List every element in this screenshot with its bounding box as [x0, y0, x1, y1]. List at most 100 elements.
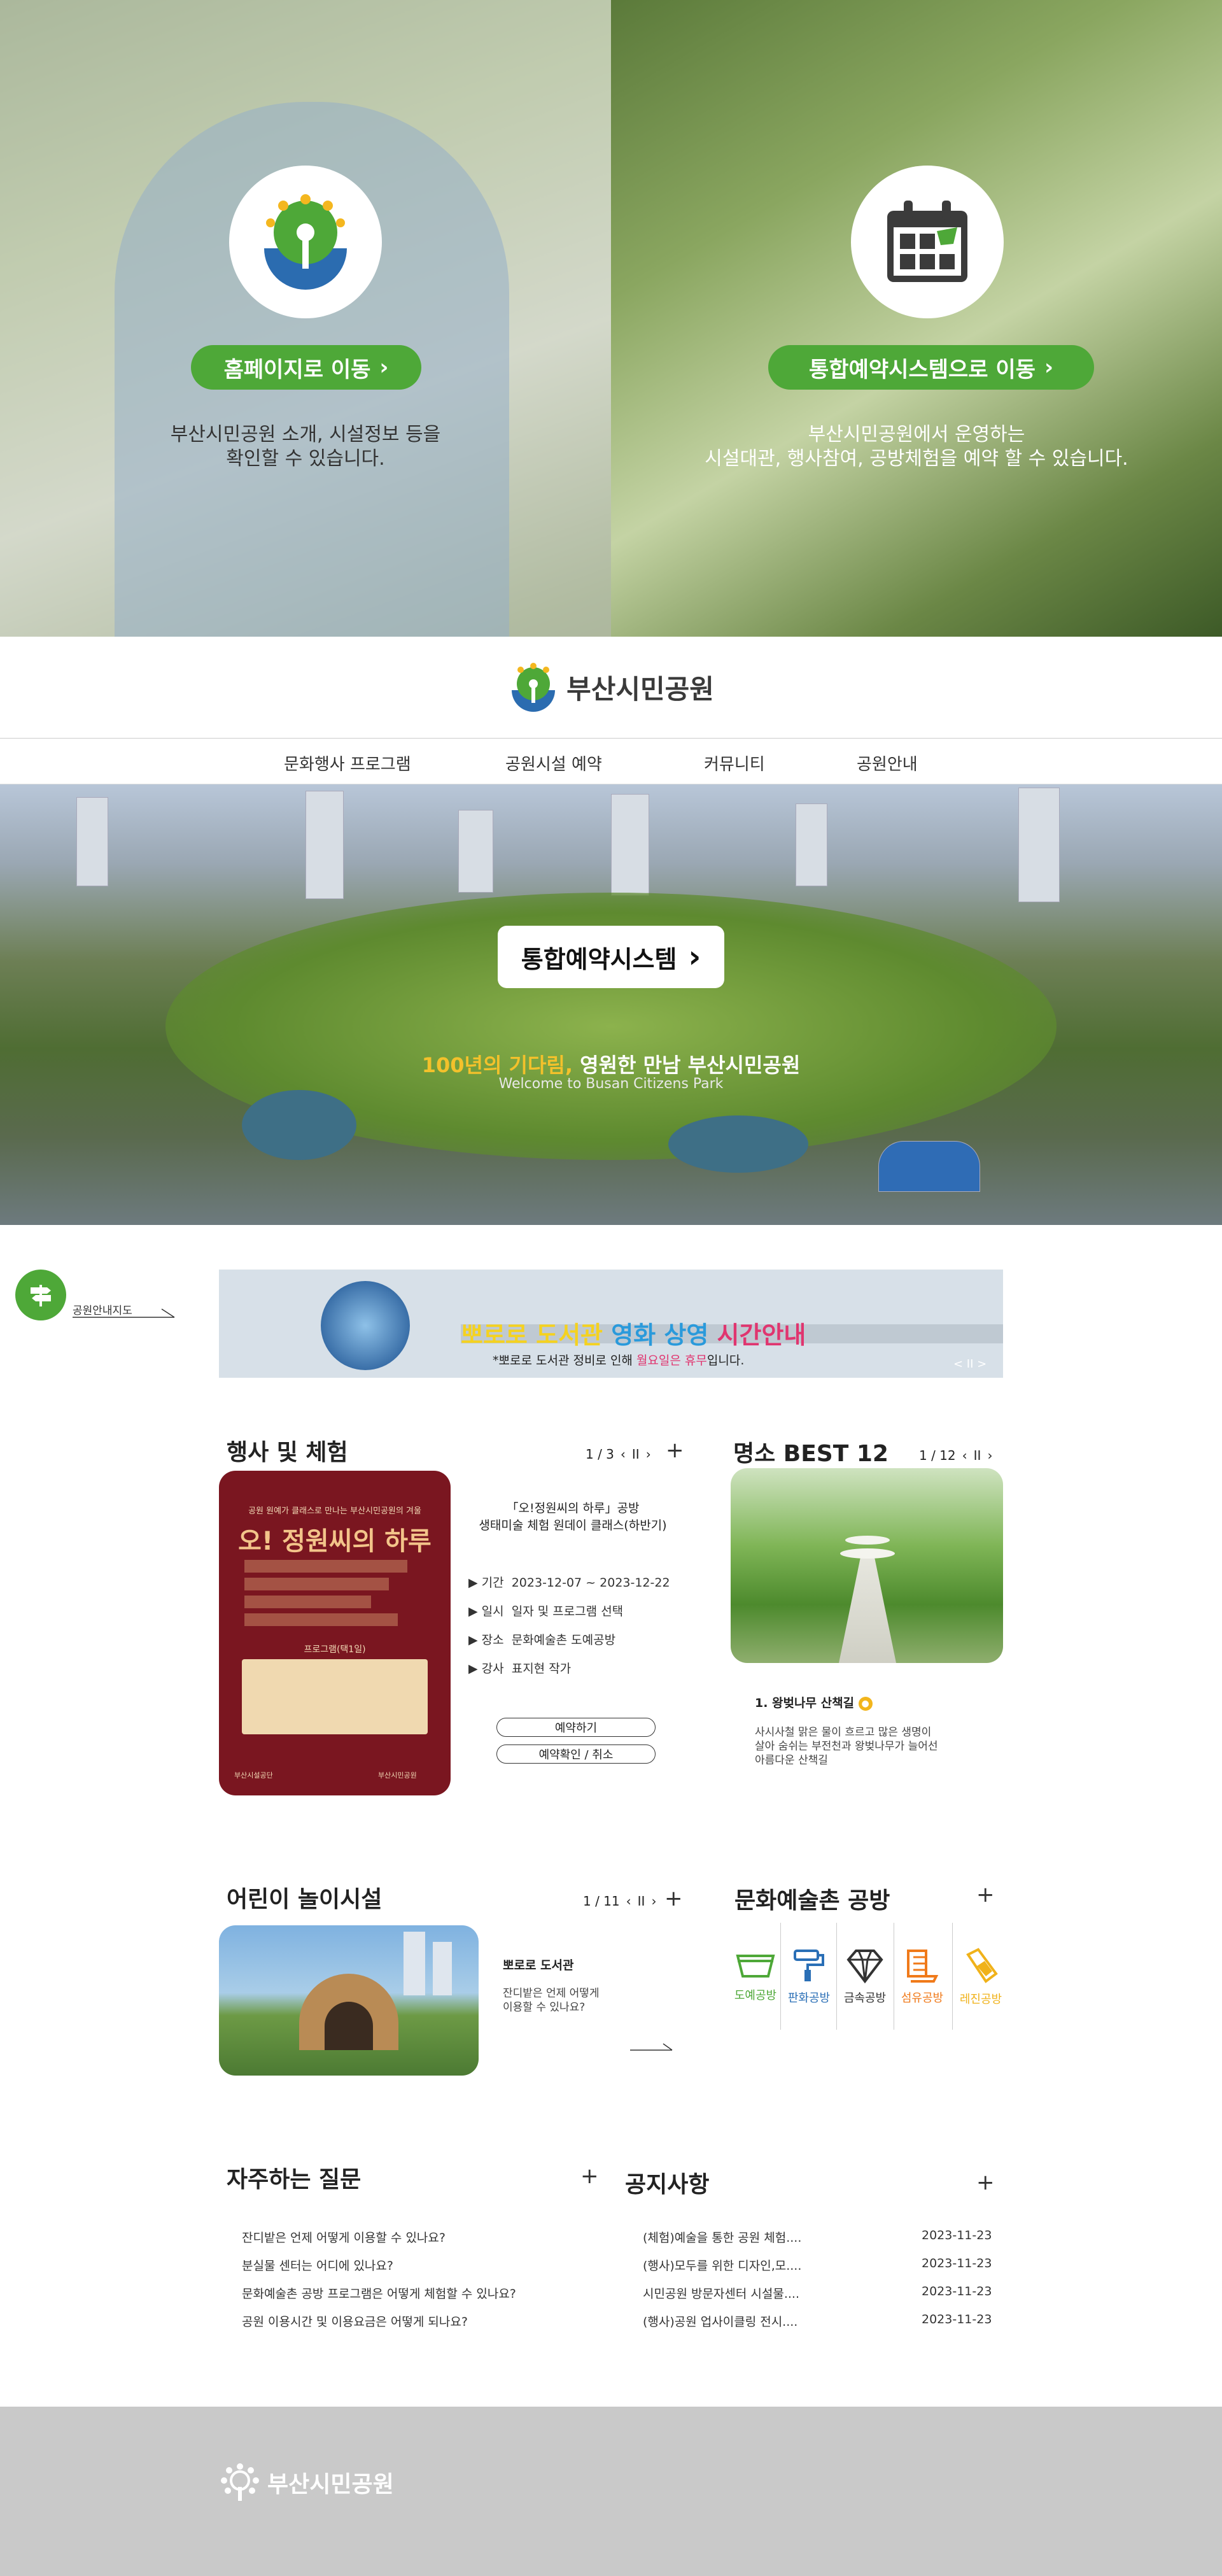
chevron-right-icon[interactable]: ›	[651, 1893, 656, 1909]
craft-pottery[interactable]: 도예공방	[727, 1926, 784, 2028]
faq-title: 자주하는 질문	[227, 2167, 362, 2193]
arrow-right-icon[interactable]	[630, 2040, 675, 2053]
kids-more-icon[interactable]: +	[664, 1886, 683, 1911]
notice-item-title[interactable]: (행사)모두를 위한 디자인,모....	[643, 2256, 801, 2274]
event-name[interactable]: 「오!정원씨의 하루」공방 생태미술 체험 원데이 클래스(하반기)	[465, 1500, 681, 1534]
notice-item-title[interactable]: (체험)예술을 통한 공원 체험....	[643, 2228, 801, 2246]
chevron-left-icon[interactable]: ‹	[962, 1448, 967, 1463]
main-nav: 문화행사 프로그램 공원시설 예약 커뮤니티 공원안내	[0, 739, 1222, 784]
best-item-desc: 사시사철 맑은 물이 흐르고 많은 생명이 살아 숨쉬는 부전천과 왕벚나무가 …	[755, 1726, 938, 1767]
events-title: 행사 및 체험	[227, 1440, 348, 1466]
nav-item-facility-reservation[interactable]: 공원시설 예약	[505, 751, 602, 775]
resin-bottle-icon	[966, 1948, 998, 1983]
notice-banner[interactable]: 뽀로로 도서관 영화 상영 시간안내 *뽀로로 도서관 정비로 인해 월요일은 …	[219, 1270, 1003, 1378]
event-name-line2: 생태미술 체험 원데이 클래스(하반기)	[479, 1518, 667, 1532]
reservation-banner-label: 통합예약시스템	[521, 945, 677, 973]
notice-item-title[interactable]: (행사)공원 업사이클링 전시....	[643, 2312, 797, 2330]
best-pager: 1 / 12 ‹ II ›	[919, 1448, 992, 1463]
faq-item[interactable]: 분실물 센터는 어디에 있나요?	[242, 2256, 393, 2274]
best-item-title[interactable]: 1. 왕벚나무 산책길 ●	[755, 1694, 873, 1711]
site-logo[interactable]: 부산시민공원	[508, 662, 714, 713]
banner-title-highlight: 100년의 기다림,	[421, 1053, 573, 1077]
events-more-icon[interactable]: +	[666, 1438, 684, 1463]
event-detail-period: ▶ 기간 2023-12-07 ~ 2023-12-22	[468, 1576, 670, 1590]
kids-facility-photo[interactable]	[219, 1925, 479, 2076]
kids-item-title[interactable]: 뽀로로 도서관	[503, 1956, 574, 1973]
chevron-left-icon[interactable]: ‹	[621, 1447, 626, 1462]
footer: 부산시민공원	[0, 2407, 1222, 2576]
notice-banner-subtitle: *뽀로로 도서관 정비로 인해 월요일은 휴무입니다.	[493, 1351, 744, 1368]
craft-resin-label: 레진공방	[959, 1993, 1002, 2006]
poster-table-title: 프로그램(택1일)	[304, 1645, 366, 1655]
notice-item-title[interactable]: 시민공원 방문자센터 시설물....	[643, 2284, 799, 2302]
reservation-desc-line2: 시설대관, 행사참여, 공방체험을 예약 할 수 있습니다.	[705, 448, 1128, 470]
park-logo-icon[interactable]	[229, 166, 382, 318]
reserve-button[interactable]: 예약하기	[496, 1718, 656, 1737]
event-name-line1: 「오!정원씨의 하루」공방	[506, 1501, 640, 1515]
notices-more-icon[interactable]: +	[976, 2170, 995, 2195]
poster-info	[244, 1560, 425, 1630]
best-page-indicator: 1 / 12	[919, 1448, 956, 1463]
site-logo-text: 부산시민공원	[566, 674, 714, 705]
nav-item-community[interactable]: 커뮤니티	[704, 751, 765, 775]
pause-icon[interactable]: II	[638, 1893, 645, 1909]
notice-banner-title-c: 시간안내	[717, 1321, 806, 1349]
calendar-icon[interactable]	[851, 166, 1004, 318]
fabric-roll-icon	[907, 1950, 939, 1983]
nav-item-culture-programs[interactable]: 문화행사 프로그램	[284, 751, 411, 775]
chevron-right-icon: ›	[688, 939, 701, 975]
craft-print[interactable]: 판화공방	[780, 1926, 838, 2028]
events-page-indicator: 1 / 3	[586, 1447, 614, 1462]
park-logo-icon	[512, 662, 556, 712]
notice-banner-subtitle-c: 입니다.	[706, 1354, 745, 1368]
chevron-right-icon[interactable]: ›	[646, 1447, 651, 1462]
chevron-right-icon[interactable]: ›	[987, 1448, 992, 1463]
event-poster[interactable]: 공원 원예가 클래스로 만나는 부산시민공원의 겨울 오! 정원씨의 하루 프로…	[219, 1471, 451, 1795]
homepage-button[interactable]: 홈페이지로 이동 ›	[191, 345, 421, 390]
faq-more-icon[interactable]: +	[580, 2163, 599, 2189]
notice-item-date: 2023-11-23	[922, 2228, 992, 2242]
banner-title-rest: 영원한 만남 부산시민공원	[573, 1053, 801, 1077]
reservation-banner-button[interactable]: 통합예약시스템 ›	[498, 926, 724, 988]
chevron-left-icon[interactable]: ‹	[626, 1893, 631, 1909]
pause-icon[interactable]: II	[632, 1447, 640, 1462]
kids-title: 어린이 놀이시설	[227, 1886, 383, 1913]
park-map-button[interactable]	[15, 1270, 66, 1320]
notice-banner-title-b: 영화 상영	[611, 1321, 709, 1349]
notice-banner-pager[interactable]: < II >	[953, 1357, 987, 1371]
event-details: ▶ 기간 2023-12-07 ~ 2023-12-22 ▶ 일시 일자 및 프…	[468, 1569, 670, 1683]
play-icon: ▶	[468, 1604, 482, 1618]
craft-metal[interactable]: 금속공방	[836, 1926, 894, 2028]
kids-pager: 1 / 11 ‹ II ›	[583, 1893, 656, 1909]
best-spot-photo[interactable]	[731, 1468, 1003, 1663]
homepage-button-label: 홈페이지로 이동	[223, 357, 371, 383]
pause-icon[interactable]: II	[974, 1448, 981, 1463]
diamond-icon	[846, 1950, 883, 1984]
poster-footer-right: 부산시민공원	[378, 1771, 417, 1780]
craft-metal-label: 금속공방	[843, 1992, 887, 2005]
craft-pottery-label: 도예공방	[734, 1989, 777, 2002]
crafts-more-icon[interactable]: +	[976, 1882, 995, 1907]
notice-banner-title-a: 뽀로로 도서관	[461, 1321, 603, 1349]
poster-title: 오! 정원씨의 하루	[238, 1527, 432, 1556]
footer-logo[interactable]: 부산시민공원	[219, 2461, 394, 2503]
kids-page-indicator: 1 / 11	[583, 1893, 620, 1909]
reservation-system-button[interactable]: 통합예약시스템으로 이동 ›	[768, 345, 1094, 390]
nav-item-park-guide[interactable]: 공원안내	[857, 751, 918, 775]
homepage-desc-line1: 부산시민공원 소개, 시설정보 등을	[170, 423, 441, 446]
event-detail-schedule: ▶ 일시 일자 및 프로그램 선택	[468, 1604, 624, 1618]
poster-footer-left: 부산시설공단	[234, 1771, 273, 1780]
notice-item-date: 2023-11-23	[922, 2256, 992, 2270]
info-icon: ●	[858, 1696, 873, 1711]
pottery-icon	[736, 1955, 775, 1978]
craft-resin[interactable]: 레진공방	[952, 1926, 1009, 2028]
reservation-description: 부산시민공원에서 운영하는 시설대관, 행사참여, 공방체험을 예약 할 수 있…	[675, 423, 1158, 471]
events-pager: 1 / 3 ‹ II ›	[586, 1447, 651, 1462]
faq-item[interactable]: 문화예술촌 공방 프로그램은 어떻게 체험할 수 있나요?	[242, 2284, 516, 2302]
reservation-check-button[interactable]: 예약확인 / 취소	[496, 1744, 656, 1764]
craft-textile[interactable]: 섬유공방	[894, 1926, 951, 2028]
faq-item[interactable]: 공원 이용시간 및 이용요금은 어떻게 되나요?	[242, 2312, 468, 2330]
faq-item[interactable]: 잔디밭은 언제 어떻게 이용할 수 있나요?	[242, 2228, 446, 2246]
chevron-right-icon: ›	[1044, 355, 1053, 380]
pororo-character-image	[321, 1281, 410, 1370]
